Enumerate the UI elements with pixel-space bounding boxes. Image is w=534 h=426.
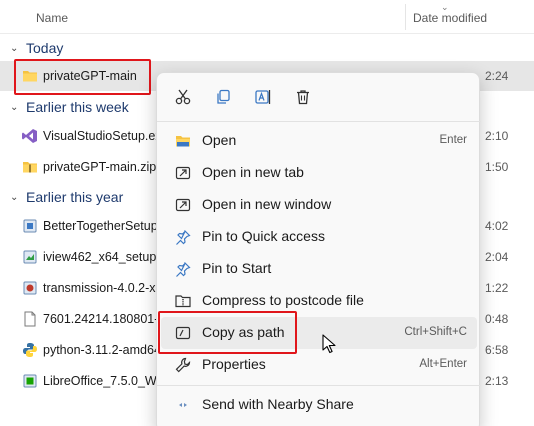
properties-icon bbox=[175, 357, 191, 373]
menu-shortcut: Enter bbox=[439, 134, 468, 146]
delete-button[interactable] bbox=[291, 85, 315, 109]
file-name: LibreOffice_7.5.0_Win bbox=[43, 374, 167, 388]
column-divider[interactable] bbox=[405, 4, 406, 30]
installer-icon bbox=[23, 250, 37, 264]
group-header-earlier-this-year[interactable]: ⌄ Earlier this year bbox=[10, 189, 123, 205]
delete-icon bbox=[297, 90, 309, 105]
python-icon bbox=[23, 343, 37, 357]
group-header-today[interactable]: ⌄ Today bbox=[10, 40, 63, 56]
file-date: 2:13 bbox=[485, 374, 509, 388]
new-window-icon bbox=[175, 198, 191, 212]
pin-start-icon bbox=[176, 262, 191, 277]
menu-item-send-with-nearby-share[interactable]: Send with Nearby Share bbox=[161, 389, 477, 421]
menu-item-open-in-new-tab[interactable]: Open in new tab bbox=[161, 157, 477, 189]
file-name: iview462_x64_setup.ex bbox=[43, 250, 173, 264]
file-explorer: ⌄ Name Date modified ⌄ Today privateGPT-… bbox=[0, 0, 534, 426]
file-name: 7601.24214.180801-17 bbox=[43, 312, 173, 326]
new-tab-icon bbox=[175, 166, 191, 180]
file-date: 2:10 bbox=[485, 129, 509, 143]
chevron-down-icon[interactable]: ⌄ bbox=[10, 102, 26, 113]
menu-item-open-in-new-window[interactable]: Open in new window bbox=[161, 189, 477, 221]
menu-item-pin-to-quick-access[interactable]: Pin to Quick access bbox=[161, 221, 477, 253]
context-menu: Open Enter Open in new tab Open in new w… bbox=[156, 72, 481, 426]
zip-icon bbox=[175, 295, 191, 308]
menu-label: Open in new window bbox=[202, 196, 332, 212]
file-date: 6:58 bbox=[485, 343, 509, 357]
nearby-share-icon bbox=[179, 403, 187, 407]
installer-icon bbox=[23, 281, 37, 295]
menu-shortcut: Alt+Enter bbox=[419, 358, 467, 370]
file-date: 2:04 bbox=[485, 250, 509, 264]
menu-label: Compress to postcode file bbox=[202, 292, 364, 308]
column-header-row: ⌄ Name Date modified bbox=[0, 0, 534, 34]
menu-item-open[interactable]: Open Enter bbox=[161, 125, 477, 157]
file-date: 1:22 bbox=[485, 281, 509, 295]
file-date: 1:50 bbox=[485, 160, 509, 174]
menu-label: Send with Nearby Share bbox=[202, 396, 354, 412]
menu-label: Properties bbox=[202, 356, 266, 372]
column-header-name[interactable]: Name bbox=[36, 11, 68, 25]
menu-label: Pin to Start bbox=[202, 260, 272, 276]
folder-open-icon bbox=[176, 136, 190, 147]
highlight-box-selected-folder bbox=[14, 59, 151, 95]
column-header-date-modified[interactable]: Date modified bbox=[413, 11, 487, 25]
file-name: privateGPT-main.zip bbox=[43, 160, 157, 174]
chevron-down-icon[interactable]: ⌄ bbox=[10, 192, 26, 203]
group-header-earlier-this-week[interactable]: ⌄ Earlier this week bbox=[10, 99, 129, 115]
menu-label: Open bbox=[202, 132, 237, 148]
menu-label: Open in new tab bbox=[202, 164, 304, 180]
group-label: Earlier this year bbox=[26, 189, 124, 205]
visual-studio-icon bbox=[22, 129, 37, 143]
file-name: VisualStudioSetup.exe bbox=[43, 129, 169, 143]
file-date: 0:48 bbox=[485, 312, 509, 326]
chevron-down-icon[interactable]: ⌄ bbox=[10, 43, 26, 54]
group-label: Earlier this week bbox=[26, 99, 129, 115]
pin-icon bbox=[176, 230, 191, 245]
menu-label: Pin to Quick access bbox=[202, 228, 325, 244]
document-icon bbox=[24, 311, 36, 327]
mouse-cursor-icon bbox=[322, 334, 336, 354]
rename-icon bbox=[255, 90, 271, 104]
copy-button[interactable] bbox=[211, 85, 235, 109]
highlight-box-copy-as-path bbox=[158, 311, 297, 354]
zip-folder-icon bbox=[23, 162, 37, 173]
cut-icon bbox=[175, 89, 191, 105]
menu-item-pin-to-start[interactable]: Pin to Start bbox=[161, 253, 477, 285]
file-date: 4:02 bbox=[485, 219, 509, 233]
group-label: Today bbox=[26, 40, 64, 56]
cut-button[interactable] bbox=[171, 85, 195, 109]
copy-icon bbox=[217, 89, 230, 104]
menu-divider bbox=[157, 385, 481, 386]
menu-shortcut: Ctrl+Shift+C bbox=[404, 326, 467, 338]
installer-icon bbox=[23, 374, 37, 388]
rename-button[interactable] bbox=[251, 85, 275, 109]
menu-divider bbox=[157, 121, 481, 122]
quick-actions-row bbox=[157, 73, 481, 121]
file-name: python-3.11.2-amd64 bbox=[43, 343, 161, 357]
file-name: transmission-4.0.2-x6 bbox=[43, 281, 163, 295]
installer-icon bbox=[23, 219, 37, 233]
file-date: 2:24 bbox=[485, 69, 509, 83]
file-name: BetterTogetherSetup.e bbox=[43, 219, 169, 233]
